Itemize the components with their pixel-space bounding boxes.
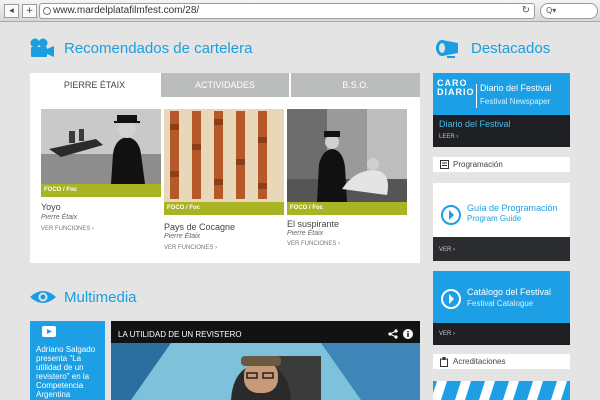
diario-heading: Diario del Festival — [480, 83, 552, 93]
info-icon[interactable] — [403, 329, 413, 339]
diario-del-festival-card[interactable]: CARO DIARIO Diario del Festival Festival… — [433, 73, 570, 147]
film-title[interactable]: Yoyo — [41, 202, 61, 212]
programacion-link[interactable]: Programación — [433, 157, 570, 172]
film-title[interactable]: Pays de Cocagne — [164, 222, 235, 232]
recomendados-tabs: PIERRE ÉTAIX ACTIVIDADES B.S.O. — [30, 73, 420, 97]
leer-link[interactable]: LEER › — [439, 134, 458, 140]
ver-link[interactable]: VER › — [439, 247, 455, 253]
programacion-label: Programación — [453, 160, 503, 169]
diario-link[interactable]: Diario del Festival — [439, 119, 511, 129]
acreditaciones-link[interactable]: Acreditaciones — [433, 354, 570, 369]
film-card-yoyo[interactable]: FOCO / Foc Yoyo Pierre Étaix VER FUNCION… — [41, 109, 161, 234]
video-player[interactable]: LA UTILIDAD DE UN REVISTERO — [111, 321, 420, 400]
acreditaciones-label: Acreditaciones — [453, 357, 506, 366]
guia-subheading: Program Guide — [467, 214, 522, 223]
film-director: Pierre Étaix — [164, 233, 201, 240]
clapperboard-stripes — [433, 381, 567, 400]
tab-bso[interactable]: B.S.O. — [291, 73, 420, 97]
ver-funciones-link[interactable]: VER FUNCIONES › — [164, 245, 217, 251]
category-tag: FOCO / Foc — [287, 202, 407, 215]
globe-icon — [43, 7, 51, 15]
eye-icon — [30, 291, 56, 303]
ver-link[interactable]: VER › — [439, 331, 455, 337]
document-icon — [440, 160, 449, 169]
url-text: www.mardelplatafilmfest.com/28/ — [53, 5, 200, 16]
catalogo-del-festival-card[interactable]: Catálogo del Festival Festival Catalogue… — [433, 271, 570, 345]
film-director: Pierre Étaix — [287, 230, 324, 237]
diario-subheading: Festival Newspaper — [480, 97, 551, 106]
catalogo-subheading: Festival Catalogue — [467, 299, 534, 308]
tab-actividades[interactable]: ACTIVIDADES — [161, 73, 289, 97]
film-title[interactable]: El suspirante — [287, 219, 339, 229]
arrow-circle-icon — [441, 205, 461, 225]
address-bar[interactable]: www.mardelplatafilmfest.com/28/ ↻ — [39, 3, 535, 19]
video-title: LA UTILIDAD DE UN REVISTERO — [118, 330, 242, 339]
multimedia-feature-text: Adriano Salgado presenta "La utilidad de… — [36, 345, 96, 399]
film-director: Pierre Étaix — [41, 214, 78, 221]
ver-funciones-link[interactable]: VER FUNCIONES › — [41, 226, 94, 232]
multimedia-heading: Multimedia — [64, 289, 137, 306]
film-camera-icon — [30, 38, 54, 57]
spotlight-icon — [436, 40, 458, 58]
badge-icon — [440, 357, 448, 367]
reload-icon[interactable]: ↻ — [522, 4, 530, 18]
share-icon[interactable] — [388, 329, 398, 339]
browser-toolbar: ◂ + www.mardelplatafilmfest.com/28/ ↻ Q▾ — [0, 0, 600, 22]
destacados-next-card[interactable] — [433, 381, 570, 400]
film-still — [164, 109, 284, 202]
search-field[interactable]: Q▾ — [540, 3, 598, 19]
new-tab-button[interactable]: + — [22, 4, 37, 18]
film-still — [41, 109, 161, 184]
guia-de-programacion-card[interactable]: Guía de Programación Program Guide VER › — [433, 183, 570, 261]
film-card-pays-de-cocagne[interactable]: FOCO / Foc Pays de Cocagne Pierre Étaix … — [164, 109, 284, 254]
recomendados-heading: Recomendados de cartelera — [64, 40, 253, 57]
tab-pierre-etaix[interactable]: PIERRE ÉTAIX — [30, 73, 159, 97]
back-button[interactable]: ◂ — [4, 4, 19, 18]
film-still — [287, 109, 407, 202]
diario-logo: CARO DIARIO — [437, 78, 475, 97]
guia-heading: Guía de Programación — [467, 203, 558, 213]
ver-funciones-link[interactable]: VER FUNCIONES › — [287, 241, 340, 247]
youtube-icon — [42, 326, 56, 337]
multimedia-feature[interactable]: Adriano Salgado presenta "La utilidad de… — [30, 321, 105, 400]
arrow-circle-icon — [441, 289, 461, 309]
category-tag: FOCO / Foc — [164, 202, 284, 215]
destacados-heading: Destacados — [471, 40, 551, 57]
category-tag: FOCO / Foc — [41, 184, 161, 197]
film-card-el-suspirante[interactable]: FOCO / Foc El suspirante Pierre Étaix VE… — [287, 109, 407, 249]
catalogo-heading: Catálogo del Festival — [467, 287, 552, 297]
